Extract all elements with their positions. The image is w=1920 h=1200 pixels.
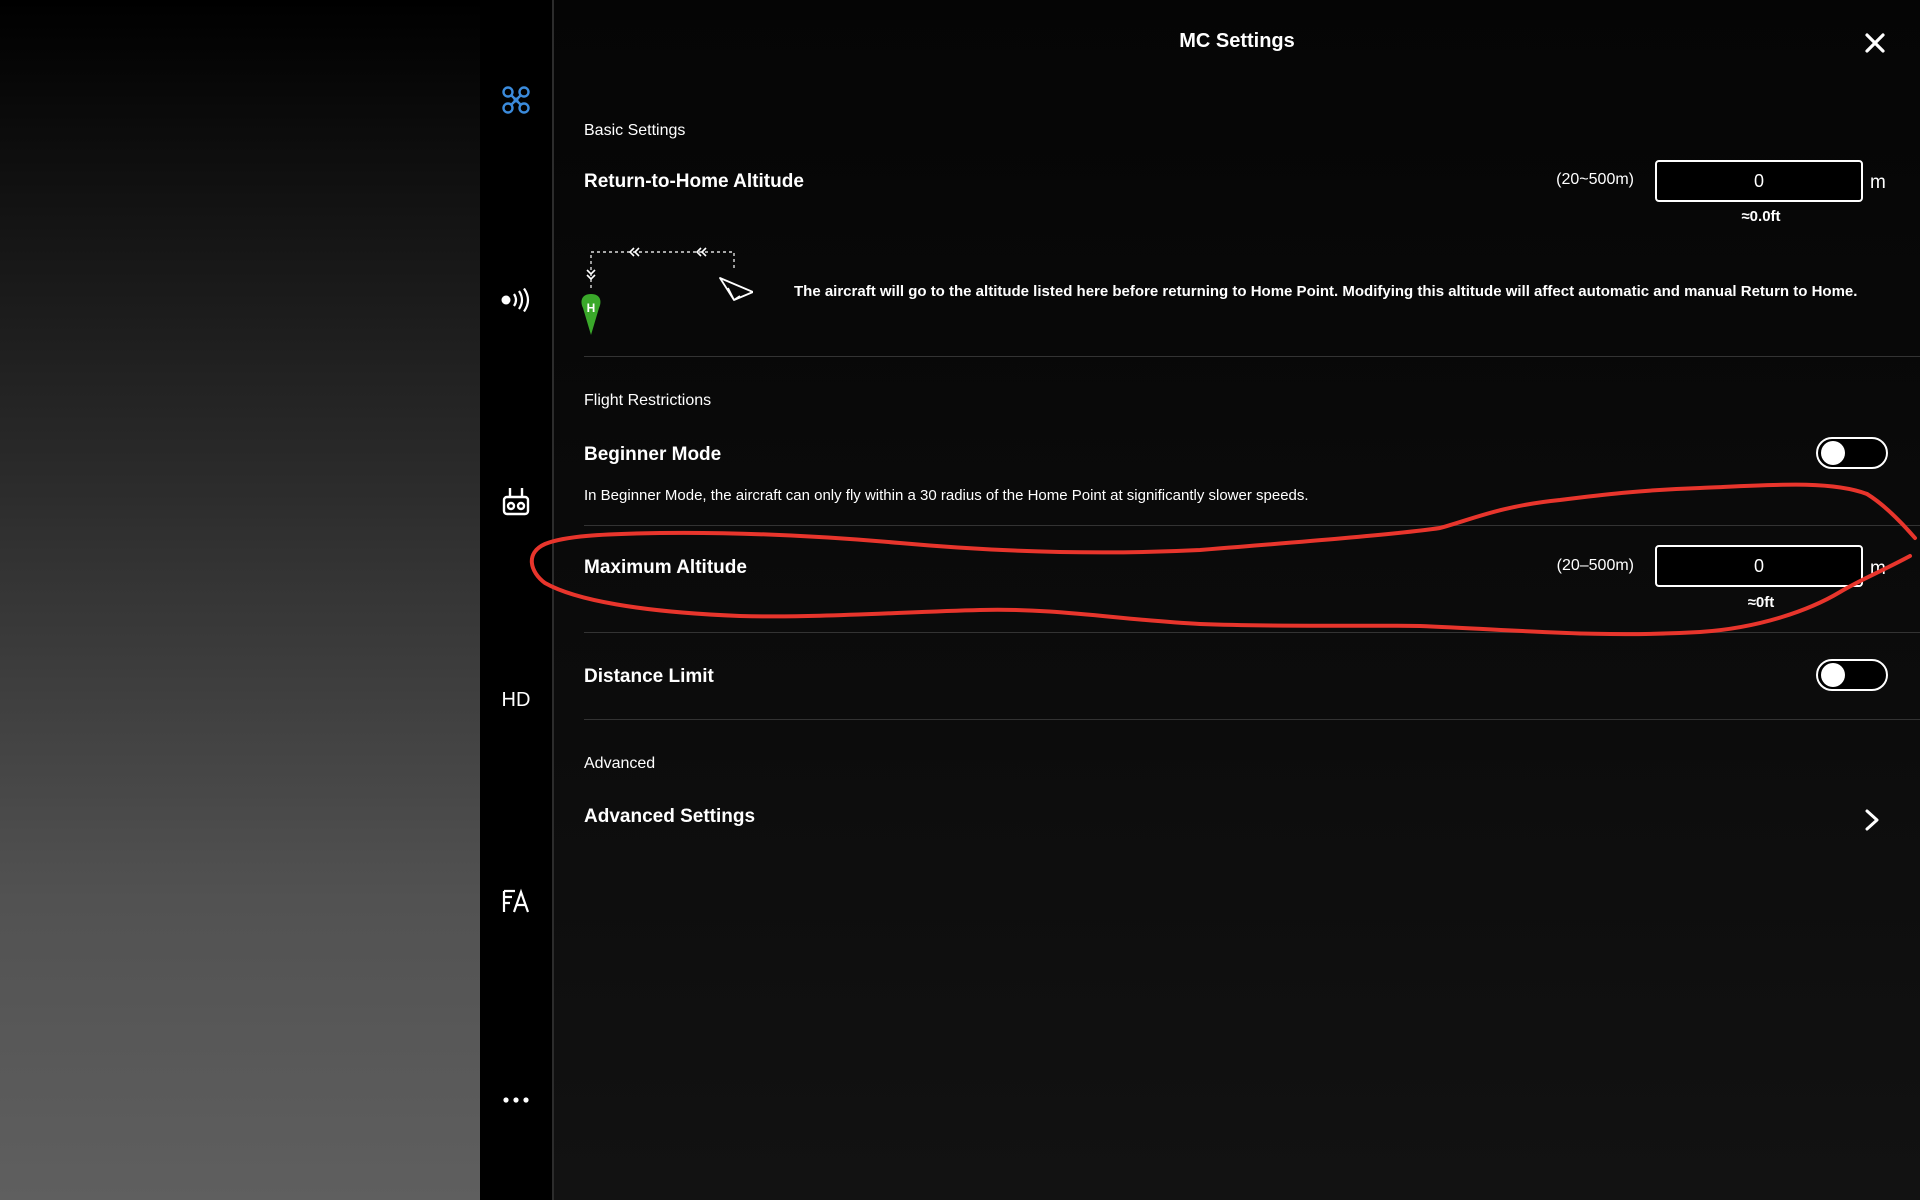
max-altitude-unit: m [1870,558,1886,579]
rth-altitude-label: Return-to-Home Altitude [584,171,804,192]
beginner-mode-label: Beginner Mode [584,444,722,465]
beginner-mode-description: In Beginner Mode, the aircraft can only … [584,487,1309,504]
divider [584,632,1920,633]
section-header-advanced: Advanced [584,755,656,772]
remote-controller-icon[interactable] [480,477,552,525]
chevron-right-icon [1865,809,1879,831]
page-title: MC Settings [1179,30,1295,52]
divider [584,525,1920,526]
max-altitude-label: Maximum Altitude [584,557,747,578]
section-header-basic: Basic Settings [584,122,686,139]
aircraft-icon[interactable] [480,76,552,124]
more-icon[interactable] [480,1076,552,1124]
toggle-knob [1821,441,1845,465]
divider [584,719,1920,720]
rth-altitude-input[interactable] [1655,160,1863,202]
rth-path-diagram: H [581,247,753,335]
advanced-settings-button[interactable] [1854,802,1890,838]
hd-transmission-icon[interactable]: HD [480,676,552,724]
beginner-mode-toggle[interactable] [1816,437,1888,469]
camera-view-area[interactable] [0,0,480,1200]
rth-description: The aircraft will go to the altitude lis… [794,283,1858,300]
toggle-knob [1821,663,1845,687]
rth-altitude-unit: m [1870,172,1886,193]
hd-label: HD [501,688,531,711]
section-header-flight-restrictions: Flight Restrictions [584,392,712,409]
home-point-marker: H [587,301,596,315]
mc-settings-panel: MC Settings Basic Settings Return-to-Hom… [554,0,1920,1200]
close-icon [1865,33,1885,53]
max-altitude-converted: ≈0ft [1747,594,1775,611]
settings-icon-rail: HD [480,0,554,1200]
screen: HD MC Settings Basic Settings Return-to-… [0,0,1920,1200]
divider [584,356,1920,357]
rth-altitude-converted: ≈0.0ft [1741,208,1781,225]
advanced-settings-label[interactable]: Advanced Settings [584,806,755,828]
max-altitude-input[interactable] [1655,545,1863,587]
close-button[interactable] [1860,28,1890,58]
distance-limit-toggle[interactable] [1816,659,1888,691]
distance-limit-label: Distance Limit [584,666,714,687]
max-altitude-range: (20–500m) [1556,557,1634,574]
signal-icon[interactable] [480,276,552,324]
flight-log-icon[interactable] [480,877,552,925]
rth-altitude-range: (20~500m) [1556,171,1634,188]
